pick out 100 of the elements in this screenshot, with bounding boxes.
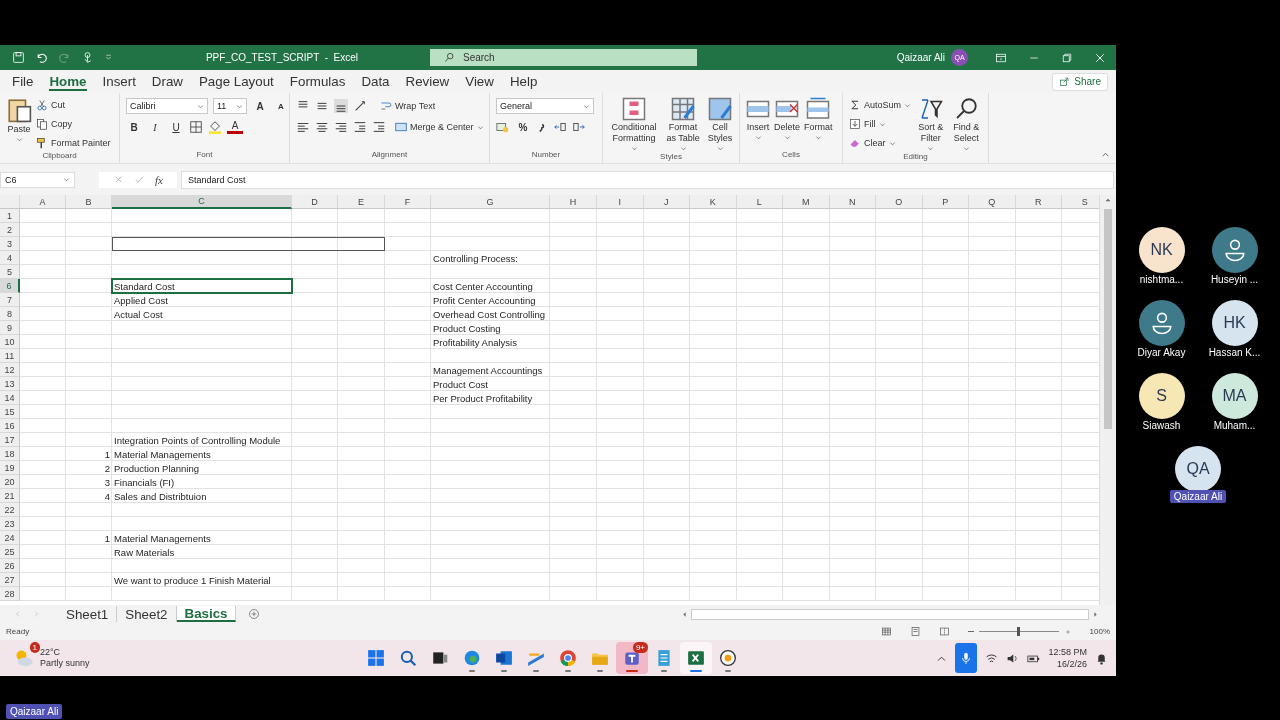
underline-button[interactable]: U bbox=[168, 119, 184, 135]
page-break-view-icon[interactable] bbox=[938, 626, 950, 637]
row-header[interactable]: 18 bbox=[0, 447, 20, 461]
row-header[interactable]: 8 bbox=[0, 307, 20, 321]
clipboard-action[interactable]: Cut bbox=[36, 97, 111, 113]
font-size-field[interactable]: 11 bbox=[213, 98, 247, 114]
ribbon-tab[interactable]: Data bbox=[353, 70, 398, 93]
decrease-font-button[interactable]: A bbox=[273, 98, 289, 114]
column-header[interactable]: H bbox=[550, 195, 597, 209]
row-header[interactable]: 12 bbox=[0, 363, 20, 377]
fill-bucket-icon[interactable] bbox=[208, 120, 222, 134]
percent-button[interactable]: % bbox=[515, 119, 531, 135]
row-header[interactable]: 28 bbox=[0, 587, 20, 601]
bold-button[interactable]: B bbox=[126, 119, 142, 135]
wrap-text-button[interactable]: Wrap Text bbox=[380, 98, 436, 114]
add-sheet-icon[interactable] bbox=[248, 608, 261, 620]
selected-cell[interactable]: Standard Cost bbox=[112, 279, 292, 293]
search-bar[interactable]: Search bbox=[430, 49, 697, 66]
ribbon-tab[interactable]: Page Layout bbox=[190, 70, 282, 93]
search-input[interactable]: Search bbox=[461, 51, 665, 64]
column-header[interactable]: R bbox=[1015, 195, 1062, 209]
column-header[interactable]: I bbox=[597, 195, 644, 209]
column-header[interactable]: C bbox=[112, 195, 292, 209]
styles-button[interactable]: Conditional Formatting bbox=[609, 97, 660, 152]
restore-icon[interactable] bbox=[1060, 51, 1073, 64]
row-header[interactable]: 13 bbox=[0, 377, 20, 391]
styles-button[interactable]: Cell Styles bbox=[707, 97, 733, 152]
ribbon-tab[interactable]: Formulas bbox=[281, 70, 354, 93]
row-header[interactable]: 16 bbox=[0, 419, 20, 433]
decrease-decimal-icon[interactable] bbox=[572, 120, 586, 134]
name-box[interactable]: C6 bbox=[0, 171, 75, 188]
zoom-level[interactable]: 100% bbox=[1089, 627, 1110, 636]
microphone-button[interactable] bbox=[955, 643, 978, 673]
column-header[interactable]: P bbox=[922, 195, 969, 209]
editing-button[interactable]: Sort & Filter bbox=[915, 97, 947, 152]
clipboard-action[interactable]: Copy bbox=[36, 116, 111, 132]
cells-button[interactable]: Format bbox=[804, 97, 833, 141]
editing-action[interactable]: AutoSum bbox=[849, 97, 912, 113]
notepad-icon[interactable] bbox=[655, 649, 673, 667]
column-header[interactable]: F bbox=[385, 195, 431, 209]
merge-center-button[interactable]: Merge & Center bbox=[395, 119, 484, 135]
column-header[interactable]: L bbox=[736, 195, 783, 209]
collapse-ribbon-icon[interactable] bbox=[1101, 150, 1110, 159]
font-name-field[interactable]: Calibri bbox=[126, 98, 208, 114]
row-header[interactable]: 15 bbox=[0, 405, 20, 419]
sheet-tab[interactable]: Sheet2 bbox=[117, 606, 177, 622]
cells-button[interactable]: Delete bbox=[774, 97, 800, 141]
column-header[interactable]: B bbox=[66, 195, 112, 209]
row-header[interactable]: 27 bbox=[0, 573, 20, 587]
row-header[interactable]: 2 bbox=[0, 223, 20, 237]
clipboard-action[interactable]: Format Painter bbox=[36, 135, 111, 151]
share-button[interactable]: Share bbox=[1052, 72, 1108, 91]
column-header[interactable]: J bbox=[643, 195, 690, 209]
orientation-icon[interactable] bbox=[353, 99, 367, 113]
cloud-sun-icon[interactable] bbox=[14, 648, 34, 668]
browser-icon[interactable] bbox=[463, 649, 481, 667]
row-header[interactable]: 24 bbox=[0, 531, 20, 545]
align-right-icon[interactable] bbox=[334, 120, 348, 134]
sheet-tab[interactable]: Basics bbox=[176, 606, 237, 622]
clock-date[interactable]: 16/2/26 bbox=[1056, 658, 1087, 670]
row-header[interactable]: 25 bbox=[0, 545, 20, 559]
decrease-indent-icon[interactable] bbox=[353, 120, 367, 134]
align-left-icon[interactable] bbox=[296, 120, 310, 134]
normal-view-icon[interactable] bbox=[880, 626, 892, 637]
font-color-button[interactable]: A bbox=[227, 120, 243, 134]
column-header[interactable]: Q bbox=[969, 195, 1016, 209]
row-header[interactable]: 4 bbox=[0, 251, 20, 265]
circle-app-icon[interactable] bbox=[719, 649, 737, 667]
insert-function-button[interactable]: fx bbox=[155, 173, 163, 186]
column-header[interactable]: M bbox=[783, 195, 830, 209]
notification-bell-icon[interactable] bbox=[1095, 651, 1108, 665]
column-header[interactable]: E bbox=[338, 195, 385, 209]
row-header[interactable]: 21 bbox=[0, 489, 20, 503]
touch-mode-icon[interactable] bbox=[81, 51, 94, 64]
editing-button[interactable]: Find & Select bbox=[950, 97, 982, 152]
ribbon-tab[interactable]: Insert bbox=[94, 70, 144, 93]
increase-decimal-icon[interactable] bbox=[553, 120, 567, 134]
styles-button[interactable]: Format as Table bbox=[663, 97, 704, 152]
scroll-left-icon[interactable] bbox=[680, 609, 689, 619]
wifi-icon[interactable] bbox=[985, 651, 999, 665]
column-header[interactable]: A bbox=[20, 195, 66, 209]
mail-app-icon[interactable] bbox=[495, 649, 513, 667]
ribbon-display-icon[interactable] bbox=[994, 51, 1007, 64]
column-header[interactable]: D bbox=[292, 195, 338, 209]
ribbon-tab[interactable]: View bbox=[457, 70, 502, 93]
row-header[interactable]: 1 bbox=[0, 209, 20, 223]
customize-icon[interactable] bbox=[104, 53, 113, 62]
row-header[interactable]: 22 bbox=[0, 503, 20, 517]
editing-action[interactable]: Clear bbox=[849, 135, 912, 151]
row-header[interactable]: 5 bbox=[0, 265, 20, 279]
column-header[interactable]: K bbox=[690, 195, 737, 209]
row-header[interactable]: 7 bbox=[0, 293, 20, 307]
column-header[interactable]: O bbox=[876, 195, 923, 209]
number-format-field[interactable]: General bbox=[496, 98, 594, 114]
task-view-icon[interactable] bbox=[431, 649, 449, 667]
search-icon[interactable] bbox=[399, 649, 417, 667]
column-header[interactable]: G bbox=[431, 195, 550, 209]
column-header[interactable]: S bbox=[1062, 195, 1099, 209]
page-layout-view-icon[interactable] bbox=[909, 626, 921, 637]
undo-icon[interactable] bbox=[35, 51, 48, 64]
